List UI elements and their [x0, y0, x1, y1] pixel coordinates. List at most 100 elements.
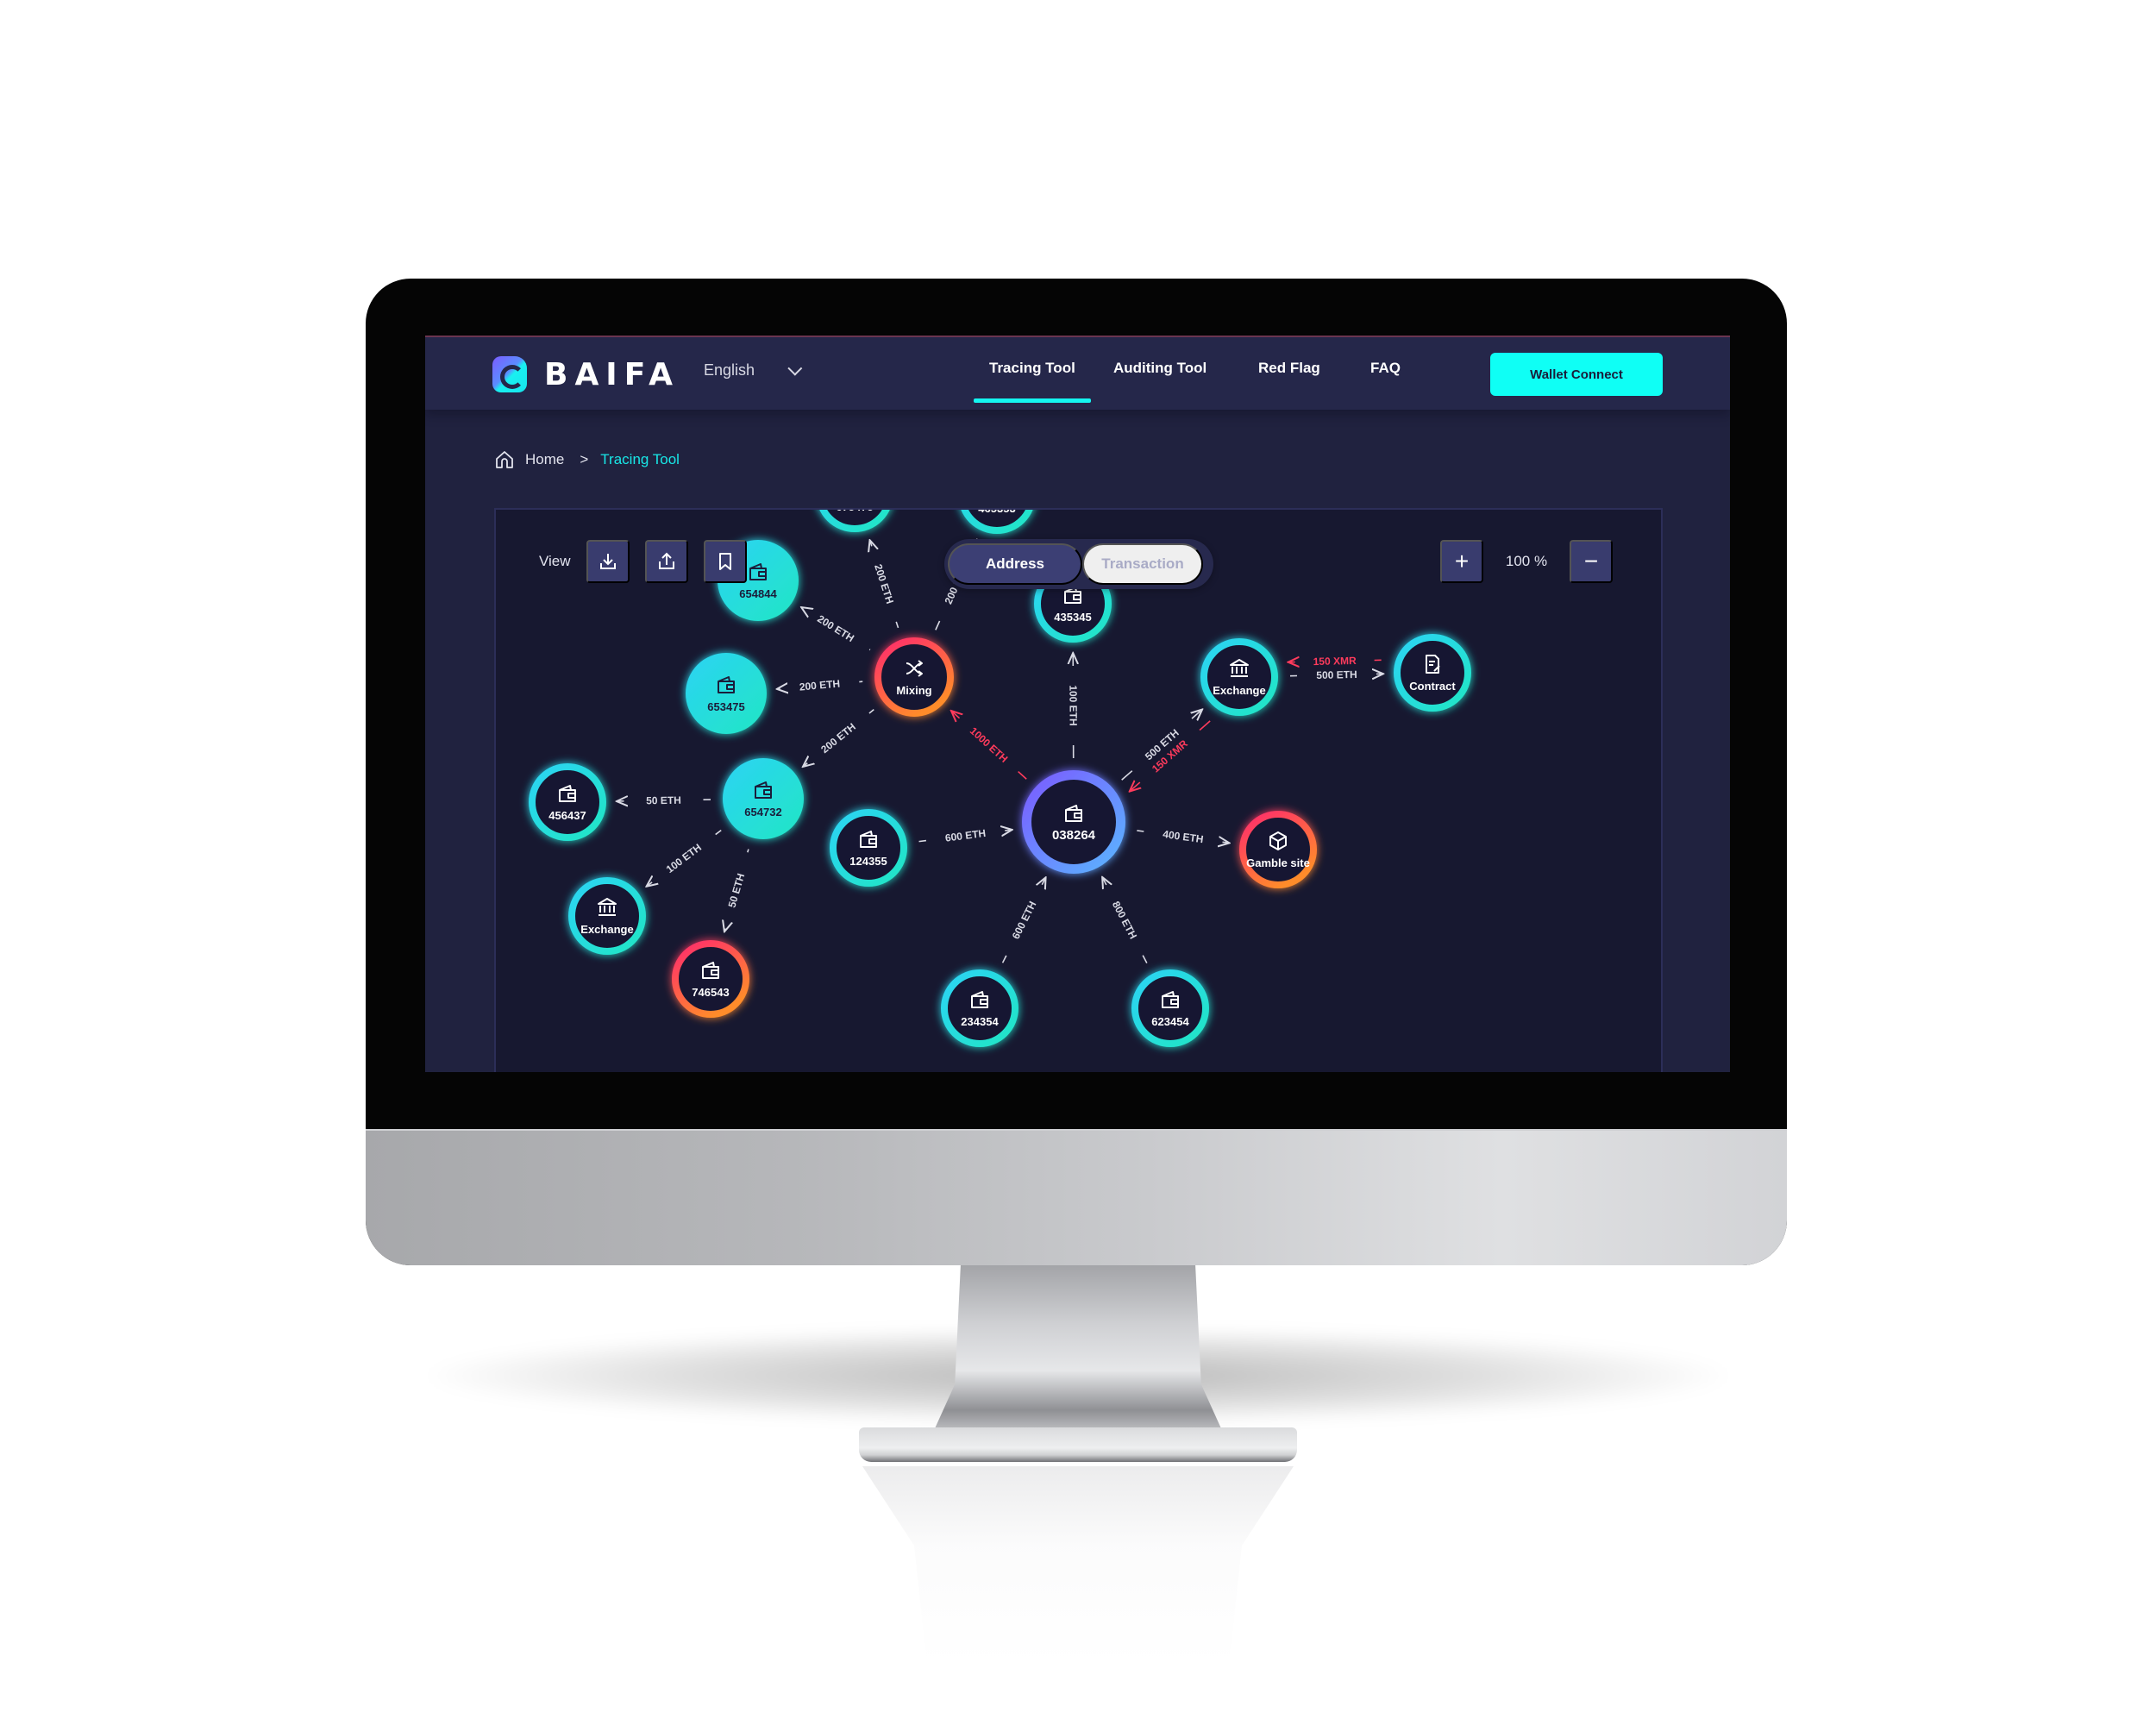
graph-edge[interactable]: 600 ETH: [918, 827, 1012, 844]
graph-node[interactable]: 234354: [941, 969, 1018, 1047]
graph-node[interactable]: 124355: [830, 809, 907, 887]
monitor-stand-reflection: [862, 1466, 1294, 1665]
upload-button[interactable]: [644, 540, 688, 583]
tab-address[interactable]: Address: [948, 543, 1082, 585]
node-label: Exchange: [580, 923, 633, 936]
edge-label: 50 ETH: [646, 794, 681, 807]
edge-arrow: [1223, 842, 1230, 843]
edge-line: [935, 620, 941, 630]
node-label: 234354: [961, 1015, 999, 1028]
zoom-controls: + 100 % −: [1440, 540, 1613, 583]
graph-node[interactable]: 038264: [1022, 770, 1125, 874]
graph-edge[interactable]: 100 ETH: [647, 830, 722, 887]
graph-edge[interactable]: 100 ETH: [1067, 653, 1080, 759]
edge-arrow: [1042, 877, 1045, 884]
download-button[interactable]: [586, 540, 630, 583]
zoom-in-button[interactable]: +: [1440, 540, 1483, 583]
nodes-layer: 038264 Mixing 654844 653475 654732 456437 Exch…: [529, 510, 1471, 1047]
nav-tracing-tool[interactable]: Tracing Tool: [974, 360, 1113, 403]
graph-edge[interactable]: 50 ETH: [724, 849, 749, 932]
edge-line: [1018, 770, 1027, 780]
upload-icon: [658, 552, 674, 569]
graph-edge[interactable]: 200 ETH: [777, 678, 863, 693]
home-icon[interactable]: [494, 449, 515, 470]
edge-arrow: [1005, 830, 1012, 831]
edge-label: 400 ETH: [1163, 828, 1205, 845]
app-screen: BAIFA English Tracing Tool Auditing Tool…: [425, 336, 1730, 1072]
edge-arrow: [1130, 782, 1140, 792]
logo-icon: [492, 356, 527, 392]
node-ring: [874, 637, 954, 717]
edge-label: 600 ETH: [1010, 900, 1039, 942]
graph-node[interactable]: Mixing: [874, 637, 954, 717]
language-select[interactable]: English: [704, 361, 803, 380]
node-label: Contract: [1409, 680, 1456, 693]
bookmark-icon: [718, 553, 731, 570]
monitor-chin: [366, 1129, 1787, 1265]
language-label: English: [704, 361, 755, 379]
graph-node[interactable]: 465353: [961, 510, 1033, 534]
edge-arrow: [1192, 710, 1202, 719]
edge-arrow: [724, 929, 725, 932]
edge-line: [895, 621, 899, 629]
edge-label: 200 ETH: [818, 721, 858, 756]
breadcrumb-home[interactable]: Home: [525, 451, 564, 468]
edge-line: [868, 709, 874, 714]
node-label: 465353: [978, 510, 1015, 515]
breadcrumb-current: Tracing Tool: [600, 451, 680, 467]
monitor-stand-base: [859, 1427, 1297, 1462]
graph-edge[interactable]: 800 ETH: [1102, 877, 1148, 963]
edge-label: 200 ETH: [815, 612, 856, 644]
graph-edge[interactable]: 50 ETH: [617, 794, 711, 807]
nav-faq[interactable]: FAQ: [1370, 360, 1439, 377]
mode-switch: Address Transaction: [944, 539, 1213, 589]
graph-edge[interactable]: 150 XMR: [1288, 655, 1382, 668]
tab-transaction[interactable]: Transaction: [1082, 543, 1203, 585]
edge-label: 200 ETH: [872, 562, 896, 605]
transaction-graph[interactable]: 1000 ETH 100 ETH 500 ETH150 XMR 400 ETH 600 …: [496, 510, 1663, 1072]
breadcrumb: Home > Tracing Tool: [494, 449, 680, 470]
node-label: 038264: [1052, 828, 1096, 843]
node-label: 653475: [707, 700, 744, 713]
graph-edge[interactable]: 200 ETH: [801, 607, 871, 651]
graph-edge[interactable]: 500 ETH: [1289, 668, 1383, 681]
main-nav: Tracing Tool Auditing Tool Red Flag FAQ: [974, 360, 1439, 403]
graph-edge[interactable]: 400 ETH: [1137, 828, 1229, 845]
edge-label: 200 ETH: [799, 678, 840, 693]
view-controls: View: [539, 540, 762, 583]
graph-node[interactable]: 675475: [819, 510, 890, 532]
monitor-stand-neck: [931, 1264, 1225, 1436]
graph-edge[interactable]: 200 ETH: [803, 709, 874, 767]
graph-canvas[interactable]: 1000 ETH 100 ETH 500 ETH 150 XMR 400 ETH 600 …: [494, 508, 1663, 1072]
edge-label: 800 ETH: [1110, 900, 1139, 941]
graph-node[interactable]: 654732: [723, 758, 804, 839]
graph-node[interactable]: 653475: [686, 653, 767, 734]
graph-node[interactable]: Contract: [1394, 634, 1471, 712]
node-label: 124355: [849, 855, 887, 868]
edge-arrow: [647, 882, 653, 887]
graph-node[interactable]: Exchange: [1200, 638, 1278, 716]
zoom-out-button[interactable]: −: [1570, 540, 1613, 583]
graph-node[interactable]: 746543: [672, 940, 749, 1018]
graph-node[interactable]: 456437: [529, 763, 606, 841]
graph-edge[interactable]: 1000 ETH: [951, 711, 1027, 780]
graph-node[interactable]: Exchange: [568, 877, 646, 955]
breadcrumb-separator: >: [580, 451, 589, 467]
graph-node[interactable]: Gamble site: [1239, 811, 1317, 888]
node-label: 654732: [744, 806, 781, 819]
top-navbar: BAIFA English Tracing Tool Auditing Tool…: [425, 337, 1730, 410]
brand-logo[interactable]: BAIFA: [492, 356, 680, 392]
edge-label: 100 ETH: [664, 841, 704, 875]
graph-node[interactable]: 623454: [1131, 969, 1209, 1047]
brand-name: BAIFA: [544, 356, 680, 392]
nav-red-flag[interactable]: Red Flag: [1258, 360, 1370, 377]
edge-line: [1199, 720, 1211, 731]
nav-auditing-tool[interactable]: Auditing Tool: [1113, 360, 1258, 377]
graph-edge[interactable]: 600 ETH: [1001, 877, 1046, 963]
graph-edge[interactable]: 200 ETH: [870, 540, 899, 629]
wallet-connect-button[interactable]: Wallet Connect: [1490, 353, 1663, 396]
edge-line: [747, 849, 749, 853]
bookmark-button[interactable]: [703, 540, 747, 583]
edge-label: 1000 ETH: [968, 724, 1010, 765]
node-label: 654844: [739, 587, 777, 600]
